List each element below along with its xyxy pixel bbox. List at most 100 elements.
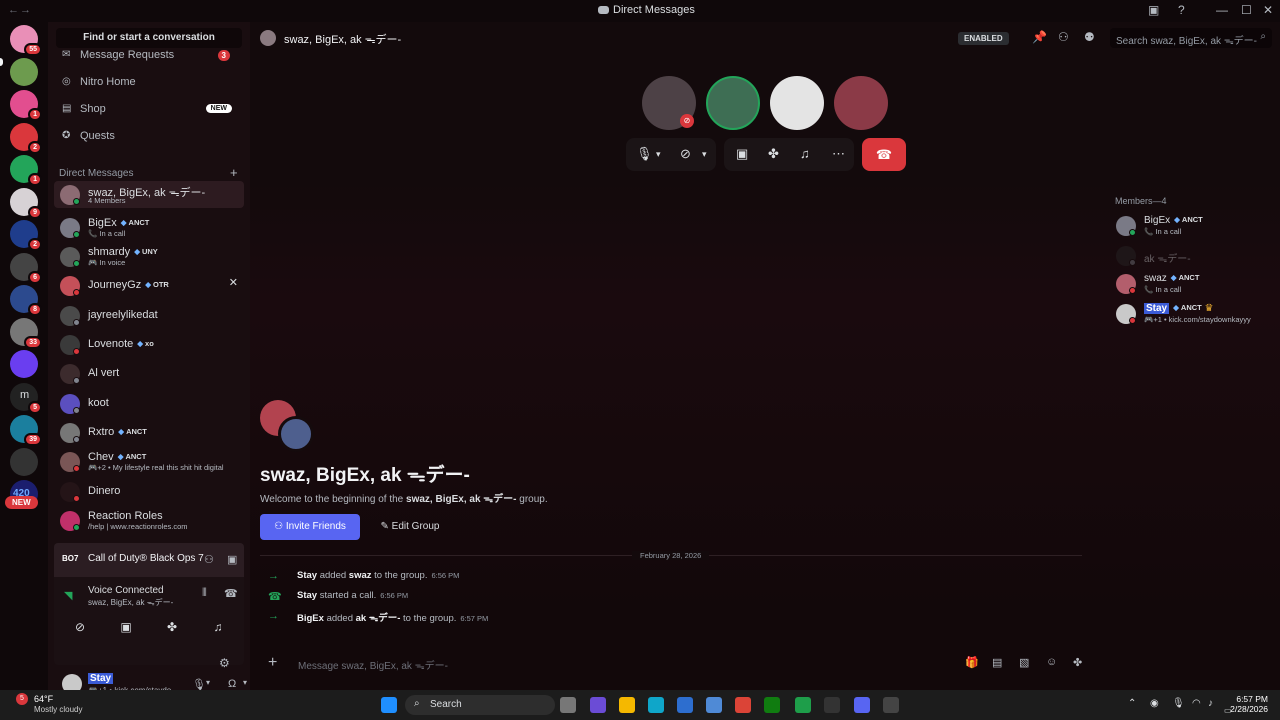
- server-icon[interactable]: 55: [10, 25, 42, 56]
- nav-nitro-home[interactable]: ◎ Nitro Home: [48, 72, 248, 94]
- taskbar-search[interactable]: ⌕ Search: [405, 695, 555, 715]
- member-item[interactable]: BigEx ◆ ANCT 📞 In a call: [1110, 212, 1276, 240]
- camera-off-button[interactable]: ⊘: [62, 615, 98, 639]
- audio-settings-chevron-down-icon[interactable]: ▾: [243, 678, 247, 687]
- screen-share-icon[interactable]: ▣: [736, 146, 748, 162]
- new-badge[interactable]: NEW: [5, 496, 38, 509]
- server-icon[interactable]: 1: [10, 90, 42, 121]
- outlook-icon[interactable]: [706, 697, 722, 713]
- call-participant-avatar[interactable]: [706, 76, 760, 130]
- message-actor[interactable]: Stay: [297, 590, 317, 601]
- message-input[interactable]: Message swaz, BigEx, ak ᯓデー-: [298, 657, 448, 672]
- pin-icon[interactable]: 📌: [1032, 30, 1047, 44]
- emoji-icon[interactable]: ☺: [1046, 656, 1057, 668]
- stream-game-icon[interactable]: ▣: [227, 553, 237, 566]
- nav-shop[interactable]: ▤ Shop NEW: [48, 99, 248, 121]
- server-icon[interactable]: 8: [10, 285, 42, 316]
- call-participant-avatar[interactable]: [770, 76, 824, 130]
- create-dm-plus-icon[interactable]: +: [230, 165, 238, 180]
- deafen-headphones-icon[interactable]: Ω: [228, 678, 236, 690]
- apps-icon[interactable]: ✤: [1073, 656, 1082, 669]
- tray-mic-icon[interactable]: 🎙: [1172, 698, 1185, 709]
- edge-icon[interactable]: [648, 697, 664, 713]
- member-item[interactable]: swaz ◆ ANCT 📞 In a call: [1110, 270, 1276, 298]
- xbox-app-icon[interactable]: [764, 697, 780, 713]
- soundboard-button[interactable]: ♫: [200, 615, 236, 639]
- server-icon[interactable]: 1: [10, 155, 42, 186]
- more-options-icon[interactable]: ⋯: [832, 146, 845, 162]
- search-input[interactable]: Search swaz, BigEx, ak ᯓデー- ⌕: [1110, 28, 1272, 48]
- member-list-icon[interactable]: ⚉: [1084, 30, 1095, 44]
- inbox-icon[interactable]: ▣: [1148, 3, 1159, 17]
- discord-taskbar-icon[interactable]: [854, 697, 870, 713]
- dm-item[interactable]: jayreelylikedat: [54, 302, 244, 329]
- task-view-icon[interactable]: [560, 697, 576, 713]
- dm-item[interactable]: JourneyGz ◆ OTR ✕: [54, 272, 244, 299]
- dm-item[interactable]: Lovenote ◆ xo: [54, 331, 244, 358]
- camera-chevron-down-icon[interactable]: ▾: [702, 149, 707, 160]
- nav-message-requests[interactable]: ✉ Message Requests 3: [48, 45, 248, 67]
- settings-gear-icon[interactable]: ⚙: [219, 656, 230, 670]
- minimize-icon[interactable]: —: [1216, 3, 1228, 17]
- user-name[interactable]: Stay: [88, 673, 114, 684]
- help-icon[interactable]: ?: [1178, 3, 1185, 17]
- disconnect-icon[interactable]: ☎: [224, 587, 238, 600]
- xbox-icon[interactable]: [795, 697, 811, 713]
- dm-item[interactable]: Rxtro ◆ ANCT: [54, 419, 244, 446]
- camera-off-icon[interactable]: ⊘: [680, 146, 691, 162]
- server-icon[interactable]: [10, 57, 38, 86]
- dm-item[interactable]: swaz, BigEx, ak ᯓデー- 4 Members: [54, 181, 244, 208]
- copilot-icon[interactable]: [590, 697, 606, 713]
- dm-item[interactable]: Al vert: [54, 360, 244, 387]
- gift-icon[interactable]: 🎁: [965, 656, 979, 669]
- dm-item[interactable]: BigEx ◆ ANCT 📞 In a call: [54, 214, 244, 241]
- enabled-badge[interactable]: ENABLED: [958, 32, 1009, 45]
- windows-start-icon[interactable]: [381, 697, 397, 713]
- server-icon[interactable]: 2: [10, 220, 42, 251]
- member-item[interactable]: ak ᯓデー-: [1110, 242, 1276, 270]
- close-window-icon[interactable]: ✕: [1263, 3, 1273, 17]
- server-icon[interactable]: m5: [10, 382, 42, 414]
- obs-icon[interactable]: [883, 697, 899, 713]
- server-icon[interactable]: 39: [10, 415, 42, 446]
- nav-quests[interactable]: ✪ Quests: [48, 126, 248, 148]
- close-dm-icon[interactable]: ✕: [229, 276, 238, 289]
- member-item[interactable]: Stay ◆ ANCT ♛ 🎮+1 • kick.com/staydownkayyy: [1110, 300, 1276, 328]
- server-icon[interactable]: [10, 350, 38, 378]
- invite-friends-button[interactable]: ⚇ Invite Friends: [260, 514, 360, 540]
- message-target[interactable]: ak ᯓデー-: [356, 613, 401, 624]
- invite-to-game-icon[interactable]: ⚇: [204, 553, 214, 566]
- server-icon[interactable]: 2: [10, 122, 42, 154]
- tray-app-icon[interactable]: ◉: [1150, 698, 1159, 709]
- message-target[interactable]: swaz: [349, 570, 372, 581]
- edit-group-button[interactable]: ✎ Edit Group: [370, 514, 450, 540]
- call-participant-avatar[interactable]: [834, 76, 888, 130]
- soundboard-icon[interactable]: ♫: [800, 146, 810, 161]
- dm-item[interactable]: shmardy ◆ UNY 🎮 In voice: [54, 243, 244, 270]
- voice-channel[interactable]: swaz, BigEx, ak ᯓデー-: [88, 597, 173, 608]
- sticker-icon[interactable]: ▧: [1019, 656, 1029, 669]
- volume-icon[interactable]: ♪: [1208, 698, 1213, 709]
- store-icon[interactable]: [677, 697, 693, 713]
- server-icon[interactable]: 33: [10, 317, 42, 349]
- clock[interactable]: 6:57 PM 2/28/2026: [1218, 694, 1268, 714]
- chrome-icon[interactable]: [735, 697, 751, 713]
- gif-icon[interactable]: ▤: [992, 656, 1002, 669]
- message-actor[interactable]: BigEx: [297, 613, 324, 624]
- screen-share-button[interactable]: ▣: [108, 615, 144, 639]
- server-icon[interactable]: 9: [10, 187, 42, 219]
- back-icon[interactable]: ←: [8, 4, 19, 16]
- message-composer[interactable]: + Message swaz, BigEx, ak ᯓデー- 🎁 ▤ ▧ ☺ ✤: [260, 648, 1100, 678]
- wifi-icon[interactable]: ◠: [1192, 698, 1201, 709]
- leave-call-button[interactable]: ☎: [862, 138, 906, 171]
- mic-settings-chevron-down-icon[interactable]: ▾: [206, 678, 210, 687]
- mic-chevron-down-icon[interactable]: ▾: [656, 149, 661, 160]
- dm-item[interactable]: Chev ◆ ANCT 🎮+2 • My lifestyle real this sh…: [54, 448, 244, 475]
- activities-button[interactable]: ✤: [154, 615, 190, 639]
- signal-icon[interactable]: ◥: [64, 589, 72, 602]
- dm-item[interactable]: koot: [54, 390, 244, 417]
- dm-item[interactable]: Reaction Roles/help | www.reactionroles.…: [54, 507, 244, 534]
- activities-icon[interactable]: ✤: [768, 146, 779, 162]
- forward-icon[interactable]: →: [20, 4, 31, 16]
- dm-item[interactable]: Dinero: [54, 478, 244, 505]
